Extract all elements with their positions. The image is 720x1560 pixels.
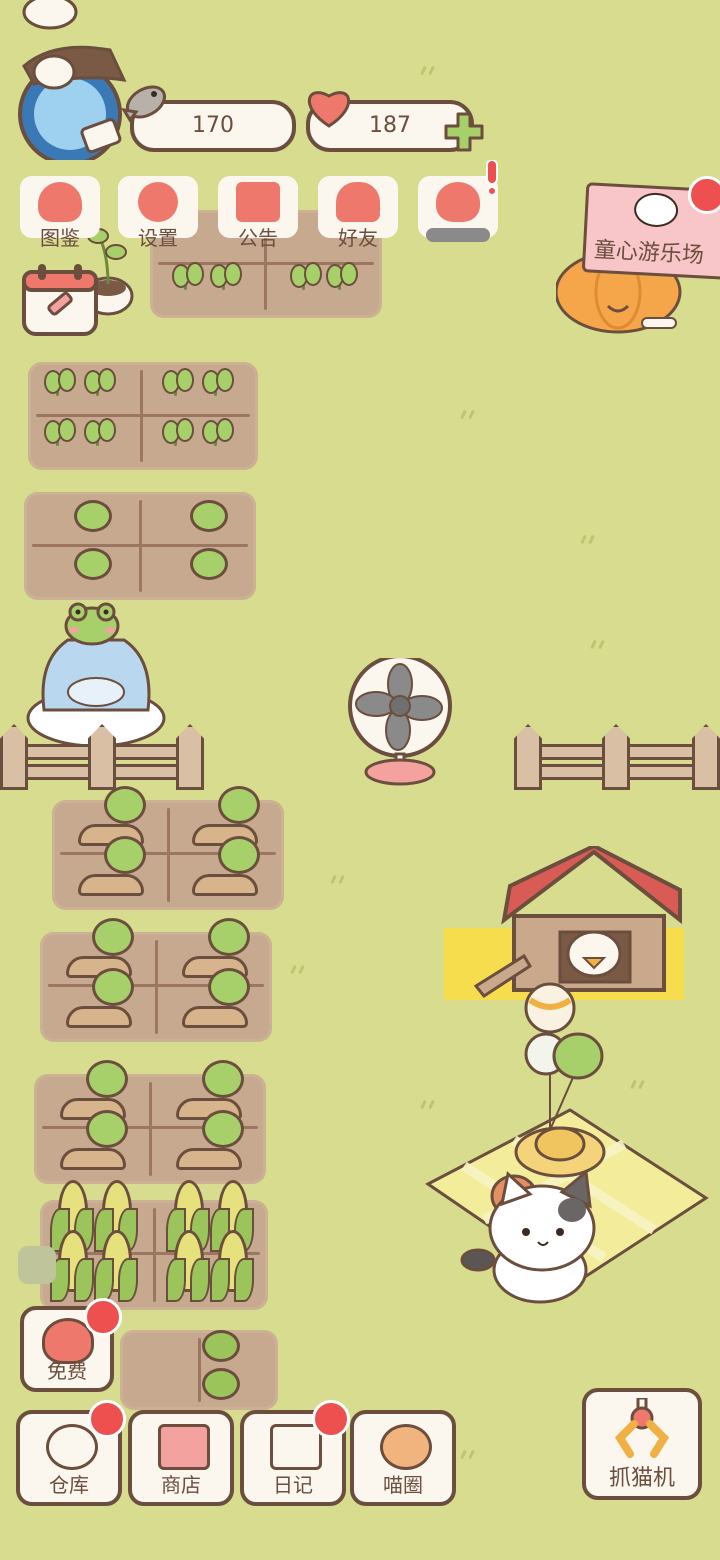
- notification-dot: [688, 176, 720, 214]
- notification-dot: [84, 1298, 122, 1336]
- sprout-crop: [40, 418, 76, 446]
- sprout-crop: [40, 368, 76, 396]
- menu-label: 好友: [338, 226, 378, 250]
- cat-circle-label: 喵圈: [383, 1473, 423, 1497]
- fish-icon: [120, 80, 172, 130]
- storage-label: 仓库: [49, 1473, 89, 1497]
- gift-icon: [236, 182, 280, 222]
- corn-crop: [166, 1230, 210, 1302]
- seedling-crop: [68, 498, 112, 534]
- menu-label: 公告: [238, 226, 278, 250]
- notification-dot: [88, 1400, 126, 1438]
- grass-tuft: [590, 640, 610, 650]
- corn-crop: [94, 1230, 138, 1302]
- seedling-crop: [184, 498, 228, 534]
- sprout-crop: [168, 262, 204, 290]
- diary-label: 日记: [273, 1473, 313, 1497]
- cat-planet-icon: [380, 1424, 432, 1470]
- friends-icon: [336, 182, 380, 222]
- sprout-crop: [206, 262, 242, 290]
- sprout-crop: [158, 368, 194, 396]
- grass-tuft: [420, 66, 440, 76]
- player-avatar[interactable]: [14, 0, 134, 166]
- grass-tuft: [460, 410, 480, 420]
- corn-crop: [210, 1230, 254, 1302]
- electric-fan[interactable]: [346, 654, 456, 786]
- calico-cat[interactable]: [458, 1160, 608, 1306]
- storage-icon: [46, 1424, 98, 1470]
- menu-label: 设置: [138, 226, 178, 250]
- sprout-crop: [322, 262, 358, 290]
- heart-icon: [304, 86, 354, 128]
- event-banner-label: 童心游乐场: [593, 237, 705, 269]
- shop-icon: [158, 1424, 210, 1470]
- exclamation-icon: [484, 159, 500, 196]
- carrot-crop: [174, 1110, 244, 1170]
- heart-count: 187: [369, 113, 411, 138]
- carrot-crop: [58, 1110, 128, 1170]
- carrot-crop: [76, 836, 146, 896]
- free-reward-label: 免费: [47, 1359, 87, 1383]
- diary-icon: [270, 1424, 322, 1470]
- menu-announcement-button[interactable]: 公告: [218, 176, 298, 250]
- grass-tuft: [330, 875, 350, 885]
- shop-label: 商店: [161, 1473, 201, 1497]
- menu-friends-button[interactable]: 好友: [318, 176, 398, 250]
- calendar-button[interactable]: [20, 262, 100, 338]
- notice-bar: [426, 228, 490, 242]
- grass-tuft: [580, 535, 600, 545]
- menu-collection-button[interactable]: 图鉴: [20, 176, 100, 250]
- corn-crop: [50, 1230, 94, 1302]
- claw-machine-label: 抓猫机: [608, 1466, 675, 1491]
- sprout-crop: [80, 418, 116, 446]
- gear-icon: [138, 182, 178, 222]
- cloud-icon[interactable]: [18, 1246, 56, 1284]
- cat-book-icon: [38, 182, 82, 222]
- frog-fountain[interactable]: [24, 600, 168, 750]
- claw-icon: [612, 1396, 672, 1458]
- seedling-crop: [184, 546, 228, 582]
- shop-button[interactable]: 商店: [128, 1410, 234, 1506]
- panda-icon: [633, 191, 679, 229]
- grass-tuft: [460, 1450, 480, 1460]
- claw-machine-button[interactable]: 抓猫机: [582, 1388, 702, 1500]
- menu-label: 图鉴: [40, 226, 80, 250]
- add-hearts-button[interactable]: [442, 110, 486, 154]
- grass-tuft: [290, 965, 310, 975]
- menu-settings-button[interactable]: 设置: [118, 176, 198, 250]
- balloons: [520, 980, 612, 1140]
- carrot-crop: [180, 968, 250, 1028]
- sprout-crop: [198, 368, 234, 396]
- grass-tuft: [630, 1080, 650, 1090]
- notification-dot: [312, 1400, 350, 1438]
- seedling-crop: [196, 1366, 240, 1402]
- sprout-crop: [158, 418, 194, 446]
- carrot-crop: [64, 968, 134, 1028]
- carrot-crop: [190, 836, 260, 896]
- cat-circle-button[interactable]: 喵圈: [350, 1410, 456, 1506]
- sprout-crop: [286, 262, 322, 290]
- heart-notice-icon: [436, 182, 480, 222]
- seedling-crop: [68, 546, 112, 582]
- sprout-crop: [198, 418, 234, 446]
- seedling-crop: [196, 1328, 240, 1364]
- sprout-crop: [80, 368, 116, 396]
- fish-count: 170: [192, 113, 234, 138]
